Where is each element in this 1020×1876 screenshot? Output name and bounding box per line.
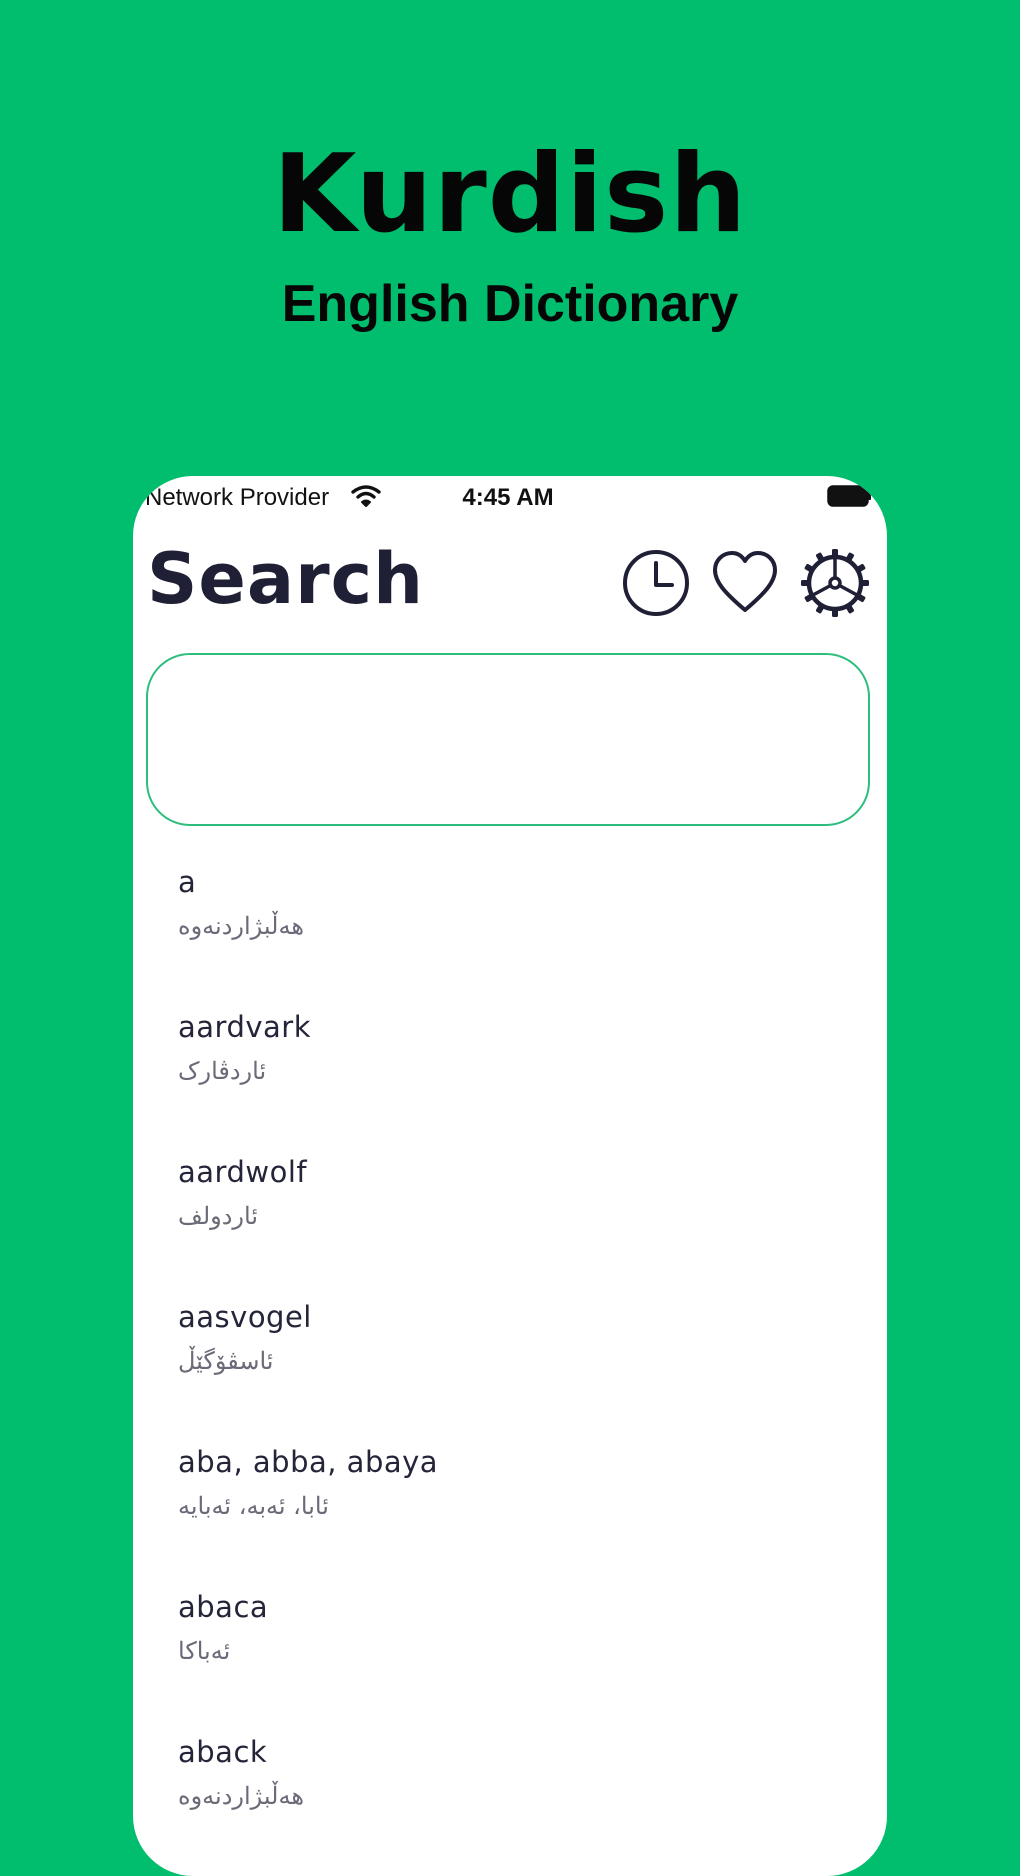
search-input[interactable] [146,653,870,826]
word-list: a هەڵبژاردنەوە aardvark ئاردڤارک aardwolf ئار… [133,850,887,1865]
promo-subtitle: English Dictionary [281,275,739,333]
status-bar: Network Provider 4:45 AM [133,476,887,516]
wifi-icon [351,485,381,507]
word-term: aardwolf [178,1155,308,1189]
word-translation: ئەباکا [178,1637,231,1665]
word-translation: هەڵبژاردنەوە [178,912,304,940]
word-list-item[interactable]: aardvark ئاردڤارک [133,995,887,1140]
phone-screen: Network Provider 4:45 AM Search a هەڵبژا… [133,476,887,1876]
word-term: aba, abba, abaya [178,1445,439,1479]
word-translation: ئاسڤۆگێڵ [178,1347,274,1375]
word-list-item[interactable]: aardwolf ئاردولف [133,1140,887,1285]
word-translation: ئابا، ئەبە، ئەبایە [178,1492,329,1520]
word-translation: هەڵبژاردنەوە [178,1782,304,1810]
word-term: aasvogel [178,1300,312,1334]
battery-icon [827,485,871,507]
word-translation: ئاردڤارک [178,1057,267,1085]
heart-icon[interactable] [710,548,780,618]
word-term: aardvark [178,1010,312,1044]
word-list-item[interactable]: a هەڵبژاردنەوە [133,850,887,995]
word-term: aback [178,1735,268,1769]
history-icon[interactable] [621,548,691,618]
page-title: Search [147,538,424,620]
carrier-label: Network Provider [145,484,330,511]
promo-title: Kurdish [272,132,748,257]
settings-icon[interactable] [800,548,870,618]
word-list-item[interactable]: aba, abba, abaya ئابا، ئەبە، ئەبایە [133,1430,887,1575]
word-term: abaca [178,1590,269,1624]
word-list-item[interactable]: aback هەڵبژاردنەوە [133,1720,887,1865]
word-list-item[interactable]: aasvogel ئاسڤۆگێڵ [133,1285,887,1430]
word-list-item[interactable]: abaca ئەباکا [133,1575,887,1720]
word-translation: ئاردولف [178,1202,259,1230]
status-time: 4:45 AM [462,484,554,511]
word-term: a [178,865,197,899]
